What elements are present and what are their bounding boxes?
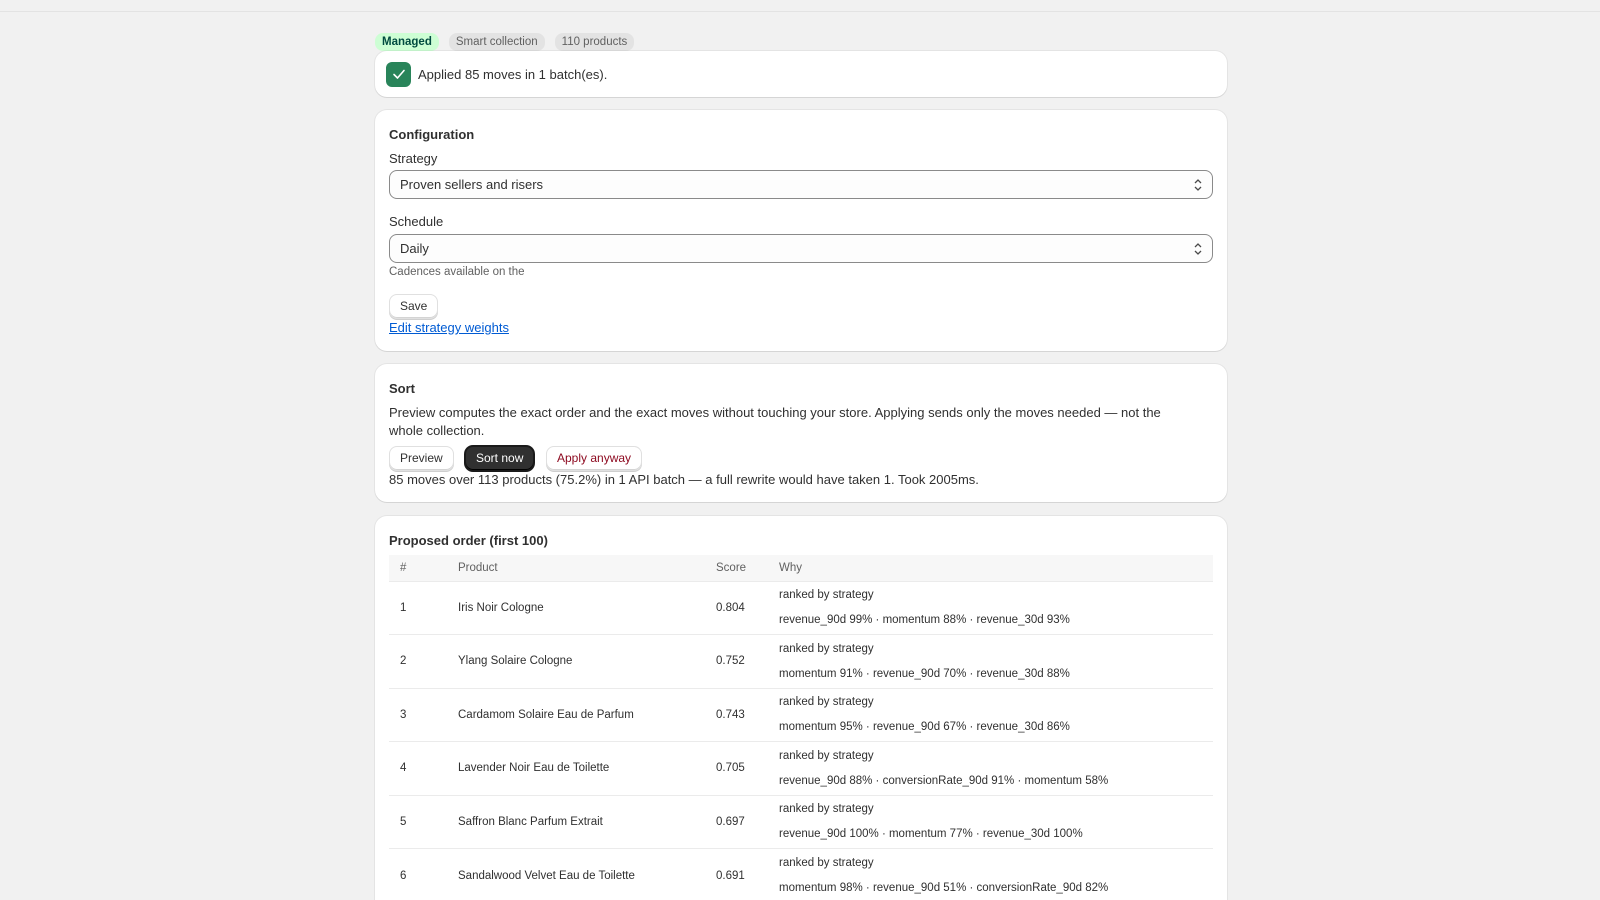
sort-description-line1: Preview computes the exact order and the… xyxy=(389,405,1161,420)
row-score: 0.804 xyxy=(705,580,768,635)
strategy-select[interactable]: Proven sellers and risers xyxy=(389,170,1213,199)
row-why-detail: momentum 98% · revenue_90d 51% · convers… xyxy=(779,882,1109,894)
proposed-order-table-wrap: # Product Score Why 1 Iris Noir Cologne … xyxy=(389,555,1213,900)
row-why: ranked by strategy revenue_90d 99% · mome… xyxy=(768,580,1213,635)
row-why-label: ranked by strategy xyxy=(779,857,874,869)
row-why-detail: revenue_90d 100% · momentum 77% · revenu… xyxy=(779,828,1083,841)
column-header-rank: # xyxy=(400,561,407,574)
collection-type-badge: Smart collection xyxy=(448,33,545,51)
row-score: 0.743 xyxy=(705,687,768,742)
row-product: Lavender Noir Eau de Toilette xyxy=(447,741,705,795)
table-row: 1 Iris Noir Cologne 0.804 ranked by stra… xyxy=(389,580,1213,635)
schedule-select[interactable]: Daily xyxy=(389,234,1213,263)
banner-message: Applied 85 moves in 1 batch(es). xyxy=(418,66,608,82)
table-row: 5 Saffron Blanc Parfum Extrait 0.697 ran… xyxy=(389,794,1213,849)
row-product: Sandalwood Velvet Eau de Toilette xyxy=(447,848,705,900)
row-why: ranked by strategy momentum 95% · revenue… xyxy=(768,687,1213,742)
configuration-card: Configuration Strategy Proven sellers an… xyxy=(375,110,1227,351)
schedule-select-value: Daily xyxy=(400,241,429,256)
row-score: 0.752 xyxy=(705,634,768,688)
schedule-label: Schedule xyxy=(389,214,444,229)
proposed-order-title: Proposed order (first 100) xyxy=(389,533,548,548)
row-rank: 2 xyxy=(389,634,447,688)
proposed-order-card: Proposed order (first 100) # Product Sco… xyxy=(375,516,1227,900)
checkmark-icon xyxy=(386,61,411,87)
sort-now-button[interactable]: Sort now xyxy=(465,446,535,471)
row-why: ranked by strategy revenue_90d 88% · conv… xyxy=(768,741,1213,795)
row-rank: 4 xyxy=(389,741,447,795)
apply-anyway-button[interactable]: Apply anyway xyxy=(546,446,643,471)
row-score: 0.697 xyxy=(705,794,768,849)
top-divider xyxy=(0,11,1600,12)
row-why: ranked by strategy momentum 91% · revenue… xyxy=(768,634,1213,688)
row-score: 0.691 xyxy=(705,848,768,900)
configuration-title: Configuration xyxy=(389,127,475,142)
row-why-detail: momentum 95% · revenue_90d 67% · revenue… xyxy=(779,721,1070,734)
table-row: 4 Lavender Noir Eau de Toilette 0.705 ra… xyxy=(389,741,1213,795)
row-rank: 5 xyxy=(389,794,447,849)
row-why-label: ranked by strategy xyxy=(779,803,874,816)
column-header-why: Why xyxy=(779,561,802,574)
row-why: ranked by strategy revenue_90d 100% · mom… xyxy=(768,794,1213,849)
strategy-select-value: Proven sellers and risers xyxy=(400,177,544,192)
save-button[interactable]: Save xyxy=(389,294,439,319)
row-rank: 3 xyxy=(389,687,447,742)
table-row: 6 Sandalwood Velvet Eau de Toilette 0.69… xyxy=(389,848,1213,900)
row-why-detail: revenue_90d 99% · momentum 88% · revenue… xyxy=(779,614,1070,627)
row-product: Cardamom Solaire Eau de Parfum xyxy=(447,687,705,742)
row-why: ranked by strategy momentum 98% · revenue… xyxy=(768,848,1213,900)
row-product: Ylang Solaire Cologne xyxy=(447,634,705,688)
row-rank: 1 xyxy=(389,580,447,635)
managed-badge: Managed xyxy=(375,33,439,51)
row-why-label: ranked by strategy xyxy=(779,749,874,762)
proposed-order-table: # Product Score Why 1 Iris Noir Cologne … xyxy=(389,555,1213,900)
row-why-label: ranked by strategy xyxy=(779,696,874,709)
row-why-detail: momentum 91% · revenue_90d 70% · revenue… xyxy=(779,667,1070,680)
row-product: Saffron Blanc Parfum Extrait xyxy=(447,794,705,849)
success-banner: Applied 85 moves in 1 batch(es). xyxy=(375,51,1227,97)
table-header-row: # Product Score Why xyxy=(389,555,1213,581)
row-why-label: ranked by strategy xyxy=(779,589,874,602)
sort-card: Sort Preview computes the exact order an… xyxy=(375,364,1227,502)
row-why-label: ranked by strategy xyxy=(779,642,874,655)
row-why-detail: revenue_90d 88% · conversionRate_90d 91%… xyxy=(779,774,1109,787)
schedule-help-text: Cadences available on the xyxy=(389,266,525,278)
table-row: 3 Cardamom Solaire Eau de Parfum 0.743 r… xyxy=(389,687,1213,742)
table-row: 2 Ylang Solaire Cologne 0.752 ranked by … xyxy=(389,634,1213,688)
preview-button[interactable]: Preview xyxy=(389,446,454,471)
column-header-product: Product xyxy=(458,561,498,574)
sort-title: Sort xyxy=(389,381,415,396)
sort-description-line2: whole collection. xyxy=(389,423,485,438)
collection-badges: Managed Smart collection 110 products xyxy=(375,33,635,51)
row-rank: 6 xyxy=(389,848,447,900)
row-score: 0.705 xyxy=(705,741,768,795)
strategy-label: Strategy xyxy=(389,151,438,166)
column-header-score: Score xyxy=(716,561,747,574)
select-arrows-icon xyxy=(1193,177,1203,196)
sort-result-text: 85 moves over 113 products (75.2%) in 1 … xyxy=(389,472,979,487)
row-product: Iris Noir Cologne xyxy=(447,580,705,635)
product-count-badge: 110 products xyxy=(554,33,635,51)
select-arrows-icon xyxy=(1193,241,1203,260)
edit-strategy-weights-link[interactable]: Edit strategy weights xyxy=(389,320,509,335)
